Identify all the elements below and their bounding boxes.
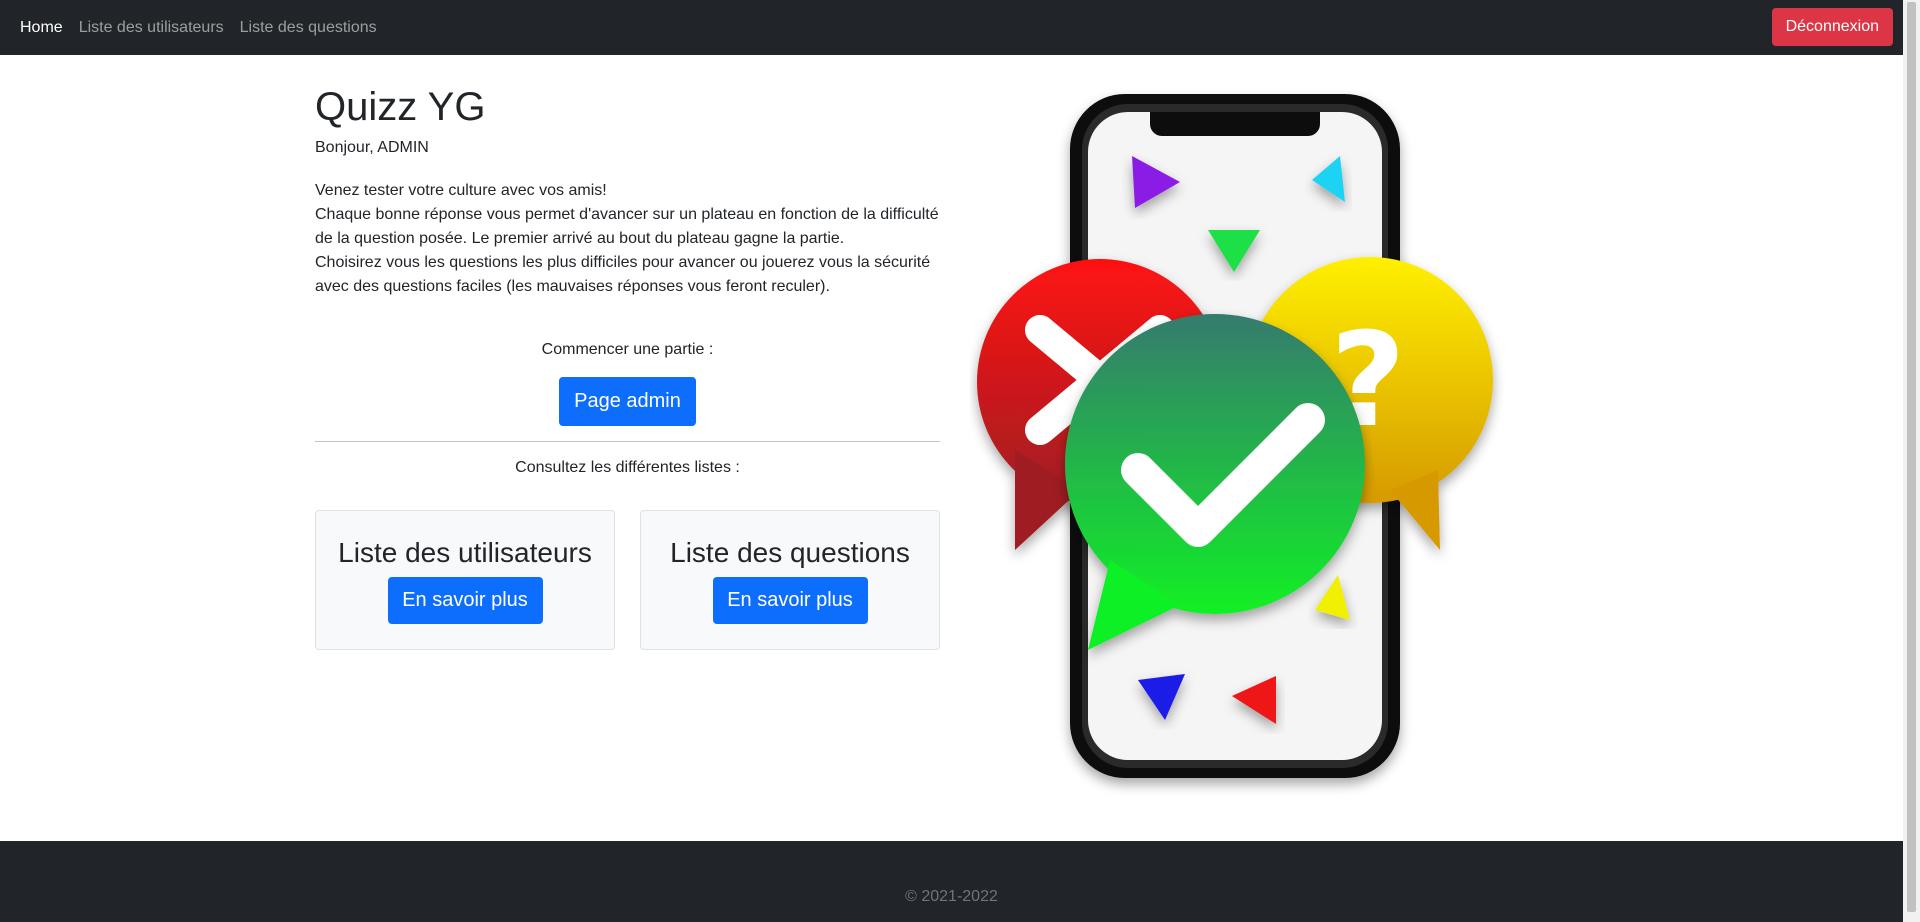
nav-users[interactable]: Liste des utilisateurs (79, 19, 224, 37)
admin-page-button[interactable]: Page admin (559, 377, 696, 426)
logout-button[interactable]: Déconnexion (1771, 8, 1893, 46)
start-section: Commencer une partie : (315, 341, 940, 359)
intro-text: Venez tester votre culture avec vos amis… (315, 179, 945, 299)
questions-card: Liste des questions En savoir plus (640, 510, 940, 650)
users-card: Liste des utilisateurs En savoir plus (315, 510, 615, 650)
card-title: Liste des questions (670, 537, 910, 568)
users-learn-more-button[interactable]: En savoir plus (387, 577, 543, 624)
intro-line: Choisirez vous les questions les plus di… (315, 254, 931, 295)
intro-line: Chaque bonne réponse vous permet d'avanc… (315, 206, 939, 247)
nav-home[interactable]: Home (20, 19, 63, 37)
lists-label: Consultez les différentes listes : (515, 459, 740, 476)
scrollbar-thumb[interactable] (1907, 2, 1916, 912)
footer: © 2021-2022 (0, 841, 1903, 922)
card-title: Liste des utilisateurs (338, 537, 592, 568)
scrollbar[interactable] (1903, 0, 1920, 922)
quiz-hero-illustration: ? (977, 94, 1493, 778)
navbar: Home Liste des utilisateurs Liste des qu… (0, 0, 1903, 55)
copyright: © 2021-2022 (905, 888, 998, 905)
nav-questions[interactable]: Liste des questions (240, 19, 377, 37)
greeting: Bonjour, ADMIN (315, 139, 429, 156)
start-label: Commencer une partie : (541, 341, 714, 358)
questions-learn-more-button[interactable]: En savoir plus (712, 577, 868, 624)
intro-line: Venez tester votre culture avec vos amis… (315, 182, 607, 199)
divider (315, 441, 940, 442)
page-title: Quizz YG (315, 85, 486, 129)
